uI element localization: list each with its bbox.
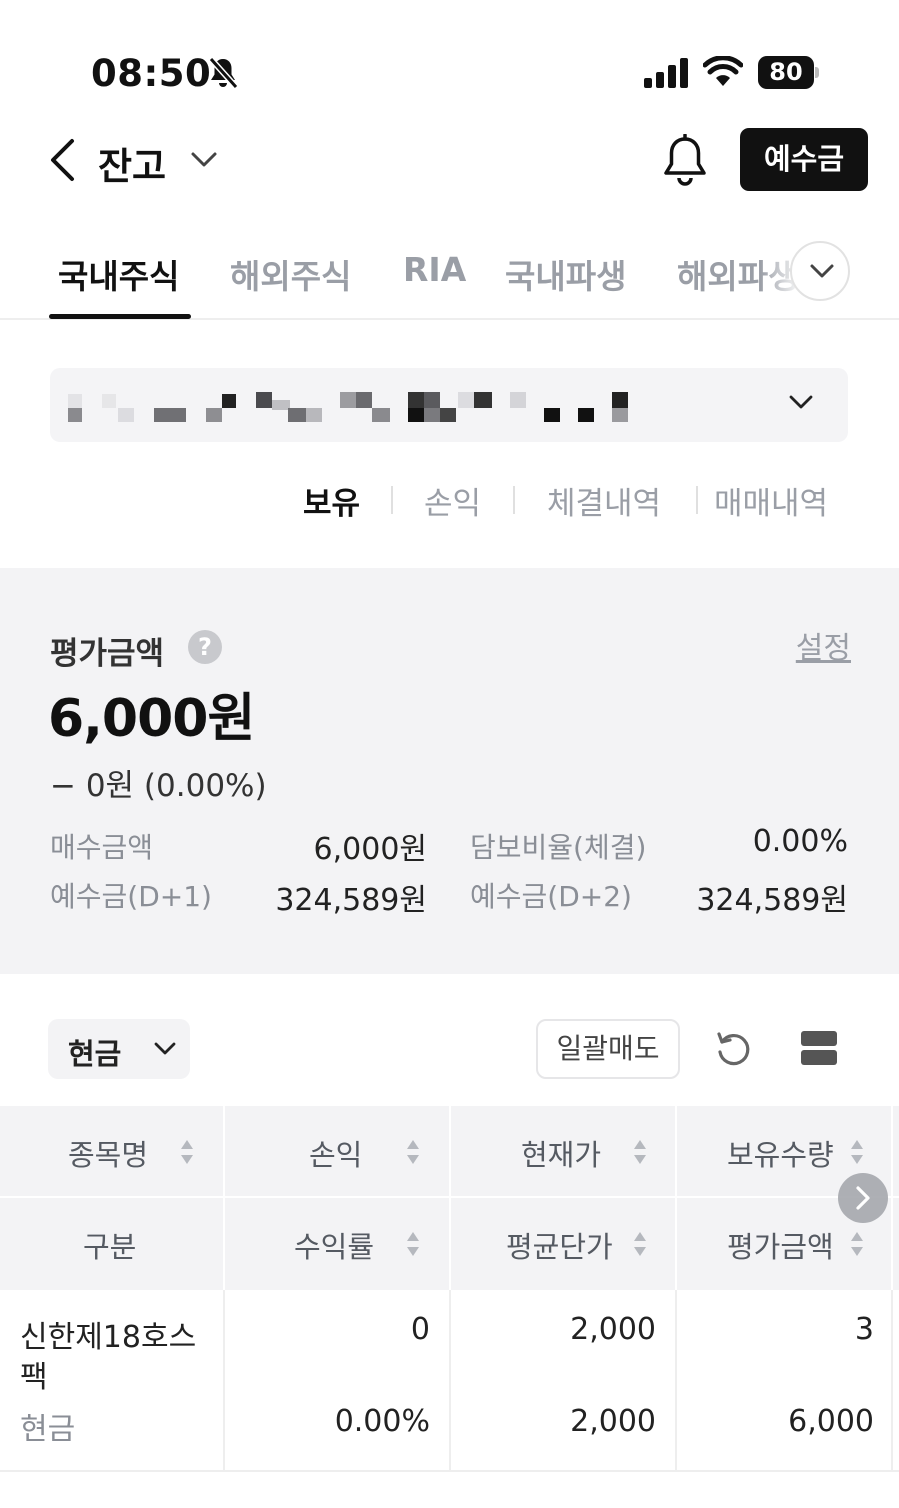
subtab-trades[interactable]: 매매내역 [714,478,828,523]
eval-amount-value: 6,000원 [48,689,255,749]
current-price-value: 2,000 [570,1312,656,1347]
page-title[interactable]: 잔고 [98,136,166,190]
subtab-profit-loss[interactable]: 손익 [424,478,481,523]
stock-name-line1[interactable]: 신한제18호스 [20,1312,196,1356]
scroll-right-button[interactable] [838,1173,888,1223]
tab-ria[interactable]: RIA [403,250,466,289]
col-header-quantity[interactable]: 보유수량 [727,1132,834,1174]
more-tabs-button[interactable] [790,241,850,301]
sort-icon[interactable] [633,1231,647,1257]
battery-level: 80 [758,56,814,89]
wifi-icon [703,56,743,86]
chevron-right-icon [856,1186,870,1210]
deposit-d2-label: 예수금(D+2) [470,880,632,913]
tab-overseas-stock[interactable]: 해외주식 [230,250,351,298]
col-header-eval-amount[interactable]: 평가금액 [727,1224,834,1266]
list-layout-icon[interactable] [800,1029,838,1067]
status-time: 08:50 [91,52,212,95]
deposit-button[interactable]: 예수금 [740,128,868,191]
collateral-ratio-value: 0.00% [752,824,848,859]
eval-change-value: − 0원 (0.00%) [50,768,267,804]
bulk-sell-button[interactable]: 일괄매도 [536,1019,680,1079]
purchase-amount-label: 매수금액 [50,831,154,864]
sort-icon[interactable] [850,1231,864,1257]
eval-amount-cell: 6,000 [788,1404,874,1439]
bell-icon[interactable] [660,134,710,188]
chevron-down-icon[interactable] [190,150,218,170]
eval-amount-label: 평가금액 [50,636,165,672]
sort-icon[interactable] [633,1139,647,1165]
sort-icon[interactable] [406,1139,420,1165]
chevron-down-icon [789,395,813,409]
holding-type: 현금 [20,1412,76,1447]
col-header-profit[interactable]: 손익 [309,1132,362,1174]
cash-type-select[interactable]: 현금 [48,1019,190,1079]
signal-icon [644,58,688,88]
col-header-current-price[interactable]: 현재가 [521,1132,601,1174]
subtab-executions[interactable]: 체결내역 [547,478,661,523]
deposit-d2-value: 324,589원 [696,883,848,918]
bell-slash-icon [208,57,239,89]
help-icon[interactable]: ? [188,630,222,664]
quantity-value: 3 [854,1312,874,1347]
account-selector[interactable] [50,368,848,442]
sort-icon[interactable] [850,1139,864,1165]
chevron-down-icon [810,264,834,278]
stock-name-line2[interactable]: 팩 [20,1352,48,1396]
back-chevron-icon[interactable] [48,138,80,182]
active-tab-indicator [49,314,191,319]
avg-price-value: 2,000 [570,1404,656,1439]
balance-subtabs: 보유 손익 체결내역 매매내역 [0,478,899,528]
table-row[interactable]: 신한제18호스 팩 현금 0 0.00% 2,000 2,000 3 6,000 [0,1290,899,1472]
settings-link[interactable]: 설정 [796,623,851,667]
sort-icon[interactable] [406,1231,420,1257]
col-header-avg-price[interactable]: 평균단가 [506,1224,613,1266]
holdings-table-header: 종목명 손익 현재가 보유수량 구분 수익률 평균단가 평가금액 [0,1106,899,1290]
balance-summary: 평가금액 ? 설정 6,000원 − 0원 (0.00%) 매수금액 6,000… [0,568,899,974]
collateral-ratio-label: 담보비율(체결) [470,831,647,864]
col-header-type: 구분 [83,1230,137,1264]
sort-icon[interactable] [180,1139,194,1165]
tab-domestic-derivatives[interactable]: 국내파생 [505,250,626,298]
col-header-stock-name[interactable]: 종목명 [68,1132,148,1174]
status-bar: 08:50 80 [0,0,899,110]
market-tabs: 국내주식 해외주식 RIA 국내파생 해외파생 [0,230,899,320]
tab-domestic-stock[interactable]: 국내주식 [58,250,179,298]
refresh-icon[interactable] [714,1030,752,1068]
col-header-return-rate[interactable]: 수익률 [294,1224,374,1266]
subtab-holdings[interactable]: 보유 [303,478,360,523]
return-rate-value: 0.00% [334,1404,430,1439]
purchase-amount-value: 6,000원 [313,832,427,867]
redacted-account-number [68,392,628,422]
cash-type-label: 현금 [68,1037,122,1071]
deposit-d1-label: 예수금(D+1) [50,880,212,913]
profit-value: 0 [410,1312,430,1347]
chevron-down-icon [154,1042,176,1055]
battery-icon: 80 [758,56,820,89]
deposit-d1-value: 324,589원 [275,883,427,918]
